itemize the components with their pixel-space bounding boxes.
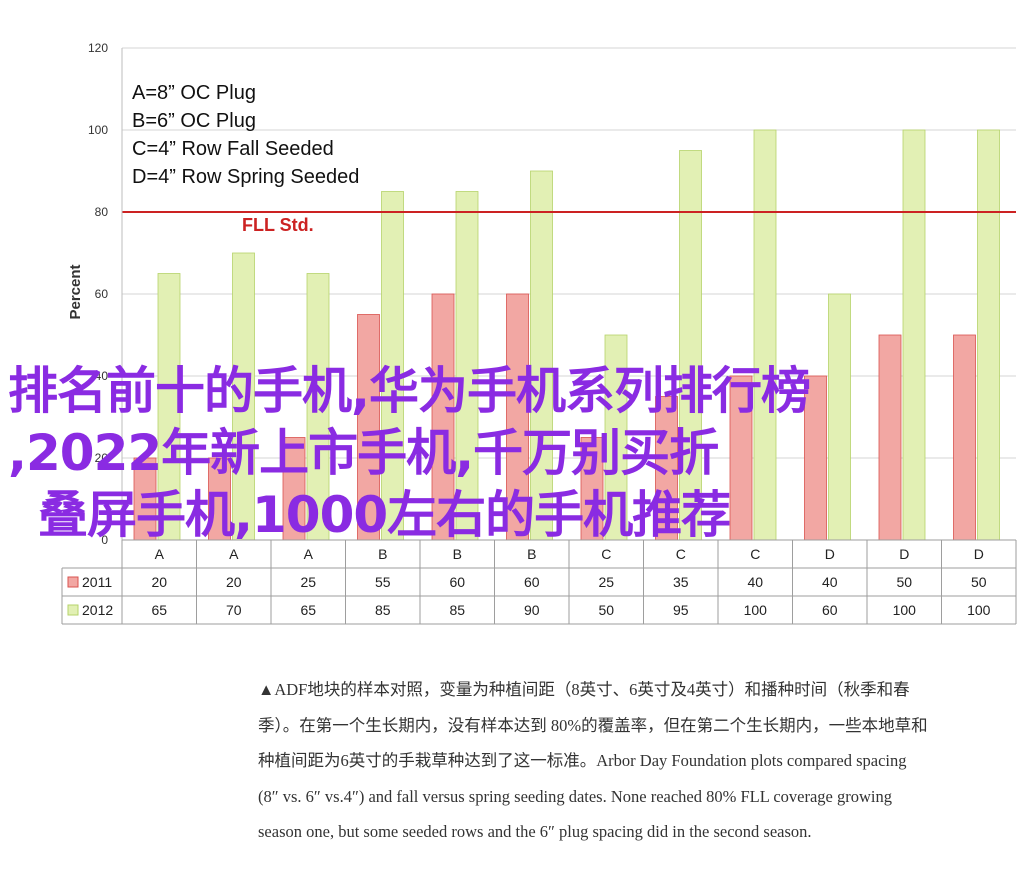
figure-caption: ▲ADF地块的样本对照，变量为种植间距（8英寸、6英寸及4英寸）和播种时间（秋季… bbox=[258, 672, 1018, 850]
data-label: 50 bbox=[896, 574, 912, 590]
legend-series-name: 2012 bbox=[82, 602, 113, 618]
data-label: 50 bbox=[971, 574, 987, 590]
legend-key-line: D=4” Row Spring Seeded bbox=[132, 166, 359, 188]
x-tick-label: C bbox=[676, 546, 686, 562]
y-tick-label: 120 bbox=[88, 41, 108, 55]
data-label: 35 bbox=[673, 574, 689, 590]
data-label: 85 bbox=[449, 602, 465, 618]
x-tick-label: C bbox=[601, 546, 611, 562]
data-label: 95 bbox=[673, 602, 689, 618]
reference-line-group: FLL Std. bbox=[122, 211, 1016, 235]
data-label: 20 bbox=[151, 574, 167, 590]
data-label: 55 bbox=[375, 574, 391, 590]
legend-text-block: A=8” OC Plug B=6” OC Plug C=4” Row Fall Se… bbox=[132, 82, 359, 188]
caption-line-5: season one, but some seeded rows and the… bbox=[258, 822, 812, 841]
x-tick-label: A bbox=[155, 546, 165, 562]
y-tick-label: 60 bbox=[95, 287, 109, 301]
y-axis-label: Percent bbox=[67, 264, 84, 319]
legend-key-line: A=8” OC Plug bbox=[132, 82, 256, 104]
legend-series-name: 2011 bbox=[82, 574, 112, 590]
data-label: 40 bbox=[822, 574, 838, 590]
caption-line-4: (8″ vs. 6″ vs.4″) and fall versus spring… bbox=[258, 786, 893, 806]
data-table: A A A B B B C C C D D D 2011 20 20 25 55 60 60 25 35 40 40 50 50… bbox=[61, 539, 1017, 625]
legend-key-line: C=4” Row Fall Seeded bbox=[132, 138, 334, 160]
x-tick-label: D bbox=[974, 546, 984, 562]
data-label: 50 bbox=[598, 602, 614, 618]
data-label: 40 bbox=[747, 574, 763, 590]
overlay-line-2: ,2022年新上市手机,千万别买折 bbox=[8, 424, 719, 482]
x-tick-label: D bbox=[825, 546, 835, 562]
data-label: 85 bbox=[375, 602, 391, 618]
overlay-line-3: 叠屏手机,1000左右的手机推荐 bbox=[38, 486, 731, 544]
legend-swatch-2012 bbox=[67, 604, 79, 616]
caption-line-1: ▲ADF地块的样本对照，变量为种植间距（8英寸、6英寸及4英寸）和播种时间（秋季… bbox=[258, 680, 910, 699]
data-label: 20 bbox=[226, 574, 242, 590]
x-tick-label: C bbox=[750, 546, 760, 562]
data-label: 60 bbox=[822, 602, 838, 618]
caption-line-2: 季）。在第一个生长期内，没有样本达到 80%的覆盖率，但在第二个生长期内，一些本… bbox=[258, 715, 928, 735]
overlay-line-1: 排名前十的手机,华为手机系列排行榜 bbox=[8, 362, 811, 420]
data-label: 100 bbox=[744, 602, 768, 618]
data-label: 65 bbox=[151, 602, 167, 618]
x-tick-label: B bbox=[527, 546, 536, 562]
x-tick-label: D bbox=[899, 546, 909, 562]
data-label: 65 bbox=[300, 602, 316, 618]
legend-key-line: B=6” OC Plug bbox=[132, 110, 256, 132]
x-tick-label: B bbox=[378, 546, 387, 562]
data-label: 60 bbox=[524, 574, 540, 590]
legend-swatch-2011 bbox=[67, 576, 79, 588]
data-label: 100 bbox=[967, 602, 991, 618]
data-label: 25 bbox=[300, 574, 316, 590]
y-tick-label: 80 bbox=[95, 205, 109, 219]
data-label: 90 bbox=[524, 602, 540, 618]
x-tick-label: A bbox=[304, 546, 314, 562]
data-label: 60 bbox=[449, 574, 465, 590]
data-label: 70 bbox=[226, 602, 242, 618]
fll-reference-label: FLL Std. bbox=[242, 215, 314, 235]
x-tick-label: B bbox=[453, 546, 462, 562]
x-tick-label: A bbox=[229, 546, 239, 562]
data-label: 100 bbox=[893, 602, 917, 618]
y-tick-label: 100 bbox=[88, 123, 108, 137]
caption-line-3: 种植间距为6英寸的手栽草种达到了这一标准。Arbor Day Foundatio… bbox=[258, 751, 907, 770]
overlay-headline: 排名前十的手机,华为手机系列排行榜 ,2022年新上市手机,千万别买折 叠屏手机… bbox=[8, 360, 1018, 546]
data-label: 25 bbox=[598, 574, 614, 590]
